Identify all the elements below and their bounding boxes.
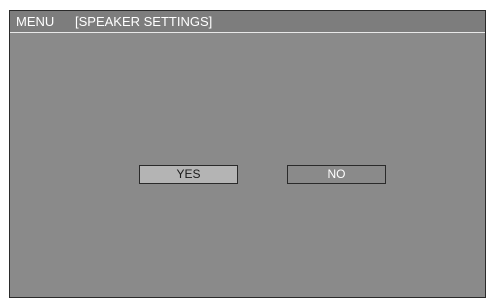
section-title: [SPEAKER SETTINGS]: [75, 14, 213, 29]
menu-screen: MENU [SPEAKER SETTINGS] YES NO: [9, 10, 486, 298]
title-bar: MENU [SPEAKER SETTINGS]: [10, 11, 485, 33]
no-button[interactable]: NO: [287, 165, 386, 184]
yes-button[interactable]: YES: [139, 165, 238, 184]
menu-label: MENU: [16, 14, 55, 29]
